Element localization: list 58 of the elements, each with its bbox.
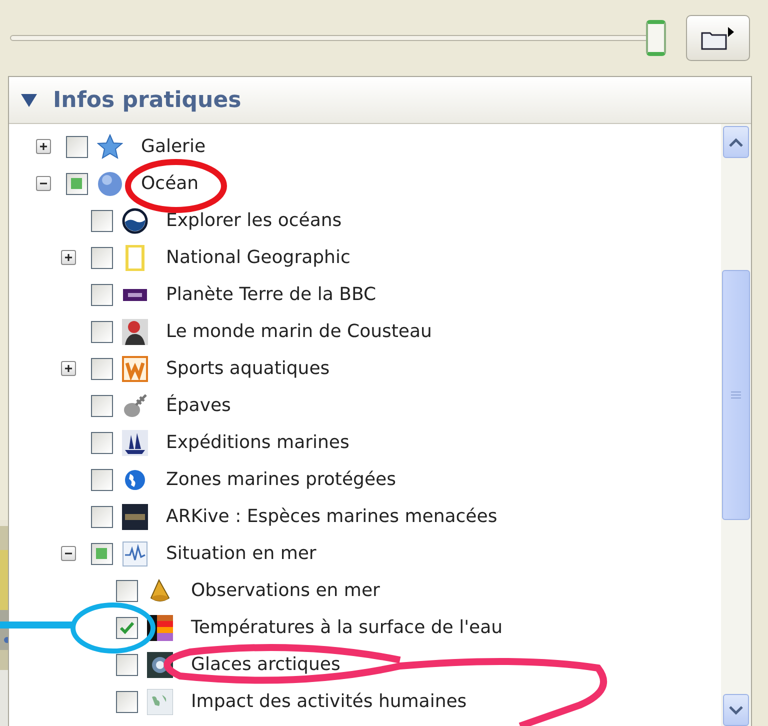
- checkbox[interactable]: [116, 580, 138, 602]
- checkbox[interactable]: [116, 616, 138, 638]
- layer-label[interactable]: Océan: [141, 173, 199, 194]
- checkbox[interactable]: [91, 358, 113, 380]
- layer-label[interactable]: Explorer les océans: [166, 210, 342, 231]
- wave-icon: [122, 208, 148, 234]
- layer-label[interactable]: Situation en mer: [166, 543, 316, 564]
- checkbox[interactable]: [116, 690, 138, 712]
- scrollbar-thumb[interactable]: [722, 270, 750, 520]
- layer-label[interactable]: Glaces arctiques: [191, 654, 340, 675]
- checkbox[interactable]: [116, 654, 138, 676]
- layer-label[interactable]: Sports aquatiques: [166, 358, 330, 379]
- layer-label[interactable]: Expéditions marines: [166, 432, 350, 453]
- checkbox[interactable]: [91, 468, 113, 490]
- layer-label[interactable]: Le monde marin de Cousteau: [166, 321, 432, 342]
- section-header[interactable]: Infos pratiques: [9, 76, 751, 124]
- opacity-slider[interactable]: [10, 20, 666, 56]
- layer-label[interactable]: Planète Terre de la BBC: [166, 284, 376, 305]
- expand-icon[interactable]: [61, 361, 76, 376]
- ship-icon: [122, 430, 148, 456]
- checkbox[interactable]: [91, 394, 113, 416]
- collapse-icon[interactable]: [36, 176, 51, 191]
- layer-label[interactable]: National Geographic: [166, 247, 350, 268]
- folder-icon: [700, 25, 736, 51]
- expand-icon[interactable]: [61, 250, 76, 265]
- check-icon: [119, 620, 135, 634]
- checkbox[interactable]: [91, 506, 113, 528]
- checkbox[interactable]: [66, 172, 88, 194]
- slider-thumb[interactable]: [646, 20, 666, 56]
- layer-label[interactable]: ARKive : Espèces marines menacées: [166, 506, 498, 527]
- person-icon: [122, 318, 148, 344]
- layer-label[interactable]: Zones marines protégées: [166, 469, 396, 490]
- checkbox[interactable]: [91, 210, 113, 232]
- globe-icon: [97, 170, 123, 196]
- heat-map-icon: [147, 614, 173, 640]
- checkbox[interactable]: [91, 284, 113, 306]
- layer-label[interactable]: Épaves: [166, 395, 231, 416]
- checkbox[interactable]: [91, 246, 113, 268]
- expand-icon[interactable]: [36, 139, 51, 154]
- pulse-icon: [122, 540, 148, 566]
- collapse-icon: [21, 93, 37, 107]
- checkbox[interactable]: [91, 432, 113, 454]
- checkbox[interactable]: [66, 136, 88, 158]
- star-icon: [97, 134, 123, 160]
- layer-label[interactable]: Températures à la surface de l'eau: [191, 617, 503, 638]
- layer-label[interactable]: Galerie: [141, 136, 206, 157]
- tile-icon: [122, 504, 148, 530]
- layer-label[interactable]: Impact des activités humaines: [191, 691, 467, 712]
- scroll-up-button[interactable]: [723, 126, 749, 158]
- checkbox[interactable]: [91, 320, 113, 342]
- section-title: Infos pratiques: [53, 88, 242, 112]
- map-icon: [147, 688, 173, 714]
- folder-menu-button[interactable]: [686, 15, 750, 61]
- checkbox[interactable]: [91, 542, 113, 564]
- w-logo-icon: [122, 356, 148, 382]
- collapse-icon[interactable]: [61, 546, 76, 561]
- layer-label[interactable]: Observations en mer: [191, 580, 380, 601]
- scroll-down-button[interactable]: [723, 694, 749, 726]
